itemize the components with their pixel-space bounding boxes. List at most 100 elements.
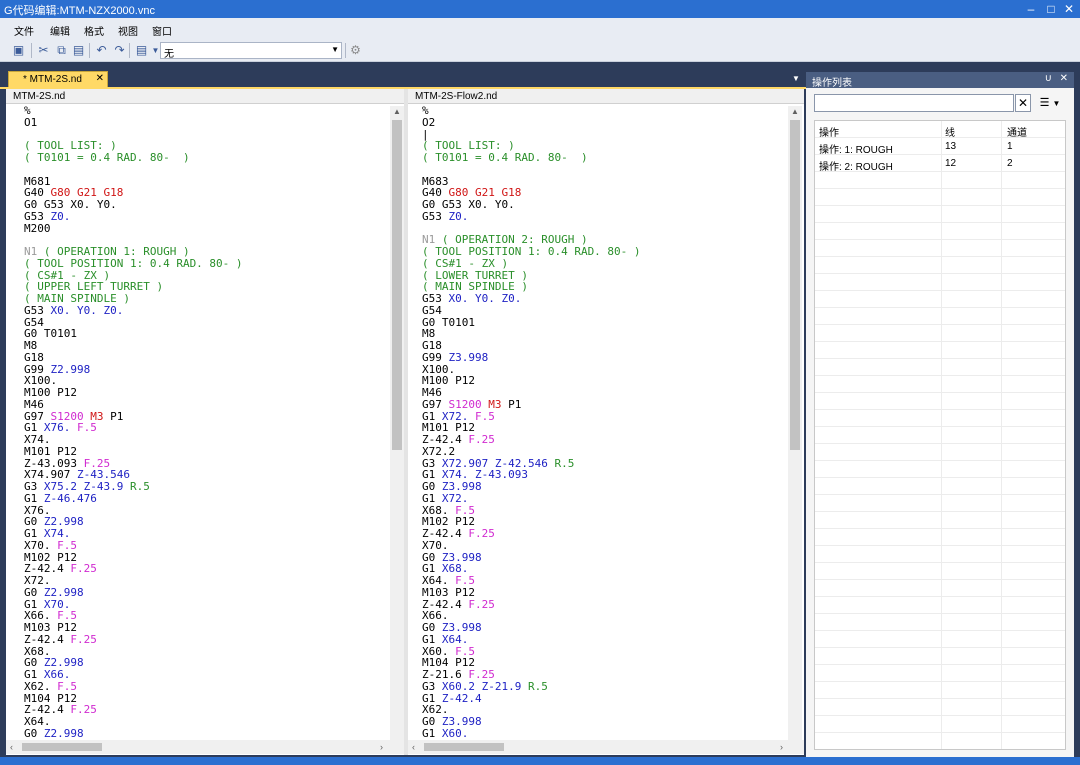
code-line[interactable]: G1 X76. F.5 xyxy=(24,422,243,434)
scroll-thumb[interactable] xyxy=(22,743,102,751)
right-editor-pane[interactable]: MTM-2S-Flow2.nd % O2 |( TOOL LIST: )( T010… xyxy=(408,89,804,755)
minimize-button[interactable]: – xyxy=(1022,0,1040,18)
close-button[interactable]: ✕ xyxy=(1060,0,1078,18)
code-line[interactable]: M100 P12 xyxy=(422,375,641,387)
table-row xyxy=(815,512,1065,529)
code-token: G1 xyxy=(422,726,442,740)
menu-format[interactable]: 格式 xyxy=(84,23,104,38)
code-line[interactable]: M200 xyxy=(24,222,243,235)
gear-icon[interactable]: ⚙ xyxy=(348,43,363,58)
code-line[interactable]: G53 X0. Y0. Z0. xyxy=(24,304,243,317)
left-code-text[interactable]: % O1 ( TOOL LIST: )( T0101 = 0.4 RAD. 80-… xyxy=(24,105,243,740)
maximize-button[interactable]: □ xyxy=(1042,0,1060,18)
paste-icon[interactable]: ▤ xyxy=(71,43,86,58)
code-line[interactable]: G53 Z0. xyxy=(24,210,243,223)
code-line[interactable]: G53 X0. Y0. Z0. xyxy=(422,293,641,305)
code-line[interactable]: G53 Z0. xyxy=(422,210,641,223)
scroll-up-icon[interactable]: ▲ xyxy=(393,107,401,116)
close-icon[interactable]: ✕ xyxy=(1060,73,1068,84)
menu-bar: 文件 编辑 格式 视图 窗口 xyxy=(0,18,1080,40)
table-row[interactable]: 操作: 1: ROUGH 13 1 xyxy=(815,138,1065,156)
chevron-down-icon[interactable]: ▼ xyxy=(331,45,339,54)
code-line[interactable]: ( T0101 = 0.4 RAD. 80- ) xyxy=(24,152,243,164)
table-row xyxy=(815,478,1065,495)
scroll-thumb[interactable] xyxy=(790,120,800,450)
code-line[interactable]: G1 Z-42.4 xyxy=(422,692,641,705)
column-header[interactable]: 通道 xyxy=(1007,124,1027,139)
scroll-thumb[interactable] xyxy=(424,743,504,751)
toolbar-separator xyxy=(89,43,90,58)
right-vertical-scrollbar[interactable]: ▲ xyxy=(788,106,802,740)
menu-view[interactable]: 视图 xyxy=(118,23,138,38)
column-header[interactable]: 操作 xyxy=(819,124,839,139)
toolbar-separator xyxy=(31,43,32,58)
scroll-thumb[interactable] xyxy=(392,120,402,450)
toolbar-combo[interactable]: 无 ▼ xyxy=(160,42,342,60)
code-line[interactable] xyxy=(24,164,243,176)
table-row xyxy=(815,240,1065,257)
undo-icon[interactable]: ↶ xyxy=(94,43,109,58)
code-line[interactable]: M8 xyxy=(24,340,243,352)
redo-icon[interactable]: ↷ xyxy=(112,43,127,58)
code-token: O1 xyxy=(24,115,38,129)
left-editor-pane[interactable]: MTM-2S.nd % O1 ( TOOL LIST: )( T0101 = 0.… xyxy=(6,89,404,755)
scroll-left-icon[interactable]: ‹ xyxy=(10,742,13,752)
pin-icon[interactable]: ∪ xyxy=(1045,73,1052,84)
table-row xyxy=(815,206,1065,223)
code-line[interactable]: G0 Z2.998 xyxy=(24,726,243,740)
code-line[interactable]: G1 Z-46.476 xyxy=(24,492,243,505)
code-line[interactable]: G0 T0101 xyxy=(422,316,641,329)
list-icon: ☰ xyxy=(1039,97,1050,109)
right-code-text[interactable]: % O2 |( TOOL LIST: )( T0101 = 0.4 RAD. 80-… xyxy=(422,105,641,740)
code-token: G0 xyxy=(24,726,44,740)
close-icon[interactable]: ✕ xyxy=(96,73,104,84)
menu-file[interactable]: 文件 xyxy=(14,23,34,38)
code-token: X0. Y0. Z0. xyxy=(448,292,522,305)
menu-edit[interactable]: 编辑 xyxy=(50,23,70,38)
code-line[interactable]: Z-42.4 F.25 xyxy=(24,563,243,575)
scroll-left-icon[interactable]: ‹ xyxy=(412,742,415,752)
code-line[interactable]: Z-42.4 F.25 xyxy=(422,598,641,611)
code-line[interactable]: Z-42.4 F.25 xyxy=(24,633,243,646)
left-pane-filename: MTM-2S.nd xyxy=(13,91,66,102)
table-row xyxy=(815,223,1065,240)
code-line[interactable]: % xyxy=(422,105,641,117)
tab-mtm-2s[interactable]: * MTM-2S.nd ✕ xyxy=(8,71,108,88)
column-header[interactable]: 线 xyxy=(945,124,955,139)
table-header-row: 操作 线 通道 xyxy=(815,121,1065,139)
clear-search-button[interactable]: ✕ xyxy=(1015,94,1031,112)
code-line[interactable]: M100 P12 xyxy=(24,387,243,399)
code-line[interactable]: Z-42.4 F.25 xyxy=(24,704,243,716)
table-row xyxy=(815,682,1065,699)
operation-menu-button[interactable]: ☰ ▼ xyxy=(1035,94,1065,112)
code-line[interactable]: O2 xyxy=(422,116,641,129)
copy-icon[interactable]: ⧉ xyxy=(54,43,69,58)
code-token: X60. xyxy=(441,726,469,740)
layout-icon[interactable]: ▤ xyxy=(134,43,149,58)
code-token: Z2.998 xyxy=(43,726,84,740)
code-line[interactable]: O1 xyxy=(24,115,243,129)
save-icon[interactable]: ▣ xyxy=(11,43,26,58)
operation-list-title: 操作列表 xyxy=(812,78,852,89)
chevron-down-icon[interactable]: ▼ xyxy=(792,74,800,83)
scroll-right-icon[interactable]: › xyxy=(380,742,383,752)
code-line[interactable]: ( T0101 = 0.4 RAD. 80- ) xyxy=(422,152,641,164)
menu-window[interactable]: 窗口 xyxy=(152,23,172,38)
cut-icon[interactable]: ✂ xyxy=(36,43,51,58)
left-vertical-scrollbar[interactable]: ▲ xyxy=(390,106,404,740)
scroll-right-icon[interactable]: › xyxy=(780,742,783,752)
operation-search-input[interactable] xyxy=(814,94,1014,112)
code-line[interactable] xyxy=(422,164,641,176)
table-row xyxy=(815,359,1065,376)
table-row[interactable]: 操作: 2: ROUGH 12 2 xyxy=(815,155,1065,173)
left-horizontal-scrollbar[interactable]: ‹ › xyxy=(6,740,404,754)
code-line[interactable]: G0 T0101 xyxy=(24,328,243,340)
table-row xyxy=(815,325,1065,342)
code-line[interactable]: Z-42.4 F.25 xyxy=(422,528,641,540)
code-line[interactable]: M8 xyxy=(422,328,641,340)
scroll-up-icon[interactable]: ▲ xyxy=(791,107,799,116)
code-line[interactable]: % xyxy=(24,105,243,117)
code-line[interactable]: G1 X60. xyxy=(422,726,641,740)
table-row xyxy=(815,461,1065,478)
right-horizontal-scrollbar[interactable]: ‹ › xyxy=(408,740,804,754)
